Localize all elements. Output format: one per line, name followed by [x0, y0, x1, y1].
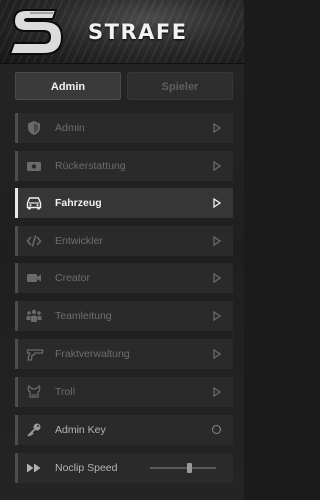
menu-item-entwickler[interactable]: Entwickler [15, 226, 233, 256]
menu-item-label: Troll [55, 386, 76, 398]
chevron-right-icon [213, 349, 221, 359]
menu-item-label: Fraktverwaltung [55, 348, 130, 360]
chevron-right-icon [213, 161, 221, 171]
chevron-right-icon [213, 236, 221, 246]
menu-item-label: Admin Key [55, 424, 106, 436]
tab-spieler[interactable]: Spieler [127, 72, 233, 100]
chevron-right-icon [213, 311, 221, 321]
strafe-logo-icon [8, 9, 64, 55]
menu-item-label: Admin [55, 122, 85, 134]
gun-icon [26, 349, 44, 361]
chevron-right-icon [213, 198, 221, 208]
tab-admin[interactable]: Admin [15, 72, 121, 100]
money-icon [27, 162, 41, 171]
noclip-speed-slider-track[interactable] [150, 467, 216, 469]
key-icon [27, 423, 41, 437]
video-camera-icon [27, 274, 41, 282]
menu-item-label: Rückerstattung [55, 160, 126, 172]
menu-item-rueckerstattung[interactable]: Rückerstattung [15, 151, 233, 181]
menu-item-creator[interactable]: Creator [15, 263, 233, 293]
brand-name: STRAFE [88, 20, 188, 44]
team-icon [26, 309, 42, 322]
menu-item-label: Teamleitung [55, 310, 112, 322]
menu-item-label: Entwickler [55, 235, 103, 247]
admin-menu-panel: STRAFE Admin Spieler Admin Rückerstattun… [0, 0, 244, 500]
menu-item-admin-key[interactable]: Admin Key [15, 415, 233, 445]
tab-bar: Admin Spieler [15, 72, 233, 100]
menu-item-label: Creator [55, 272, 91, 284]
troll-icon [27, 384, 41, 398]
code-icon [26, 235, 42, 247]
menu-item-noclip-speed[interactable]: Noclip Speed [15, 453, 233, 483]
chevron-right-icon [213, 387, 221, 397]
chevron-right-icon [213, 123, 221, 133]
noclip-speed-slider-thumb[interactable] [187, 463, 193, 473]
admin-key-toggle[interactable] [212, 425, 221, 434]
menu-item-teamleitung[interactable]: Teamleitung [15, 301, 233, 331]
menu-item-troll[interactable]: Troll [15, 377, 233, 407]
menu-item-label: Noclip Speed [55, 462, 118, 474]
menu-item-label: Fahrzeug [55, 197, 102, 209]
menu-item-fahrzeug[interactable]: Fahrzeug [15, 188, 233, 218]
menu-header: STRAFE [0, 0, 244, 64]
menu-item-admin[interactable]: Admin [15, 113, 233, 143]
fast-forward-icon [27, 463, 41, 473]
menu-item-fraktverwaltung[interactable]: Fraktverwaltung [15, 339, 233, 369]
car-icon [26, 197, 42, 210]
chevron-right-icon [213, 273, 221, 283]
shield-icon [28, 121, 40, 135]
